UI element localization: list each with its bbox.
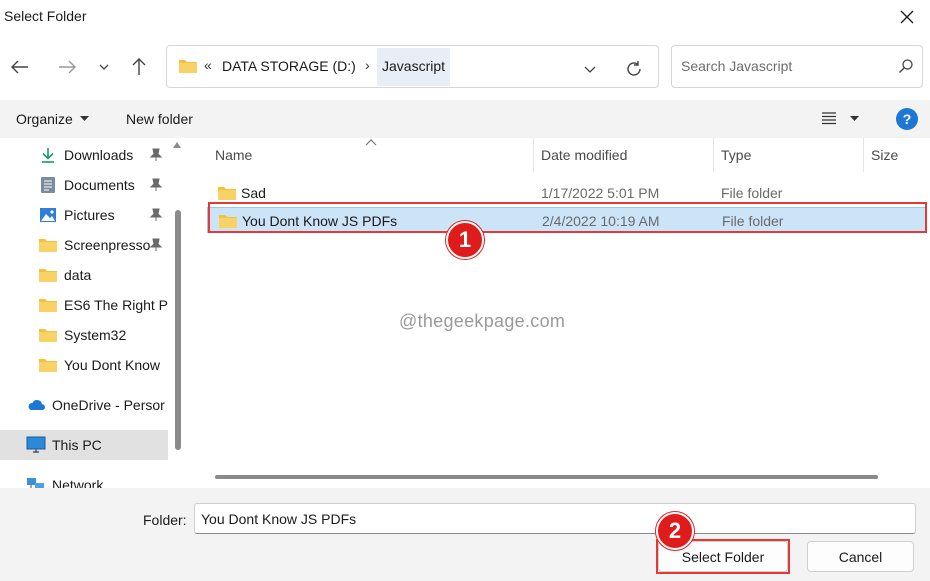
refresh-button[interactable] [619,54,649,84]
up-button[interactable] [124,52,154,82]
folder-icon [38,295,58,315]
dialog-footer: Folder: Select Folder Cancel [0,488,930,581]
sidebar-item-screenpresso[interactable]: Screenpresso [0,230,168,260]
annotation-badge-1: 1 [446,221,484,259]
sidebar-item-you-dont-know[interactable]: You Dont Know [0,350,168,380]
sidebar-item-system32[interactable]: System32 [0,320,168,350]
sidebar-item-downloads[interactable]: Downloads [0,140,168,170]
recent-locations-button[interactable] [89,52,119,82]
column-separator[interactable] [533,138,534,172]
sidebar-item-pictures[interactable]: Pictures [0,200,168,230]
sidebar-item-data[interactable]: data [0,260,168,290]
pictures-icon [38,205,58,225]
sidebar-scrollbar-thumb[interactable] [175,210,181,450]
close-button[interactable] [884,0,930,34]
chevron-down-icon [99,64,109,70]
address-bar[interactable]: « DATA STORAGE (D:) › Javascript [166,45,659,88]
command-toolbar: Organize New folder ? [0,100,930,138]
organize-button[interactable]: Organize [16,111,73,127]
column-separator[interactable] [713,138,714,172]
column-header-size[interactable]: Size [871,147,898,163]
sidebar-item-es6[interactable]: ES6 The Right Pa [0,290,168,320]
sidebar-item-label: Documents [64,177,135,193]
sidebar-item-label: This PC [52,437,102,453]
sort-ascending-icon [365,139,377,146]
onedrive-icon [26,395,46,415]
caret-down-icon [80,116,89,121]
window-title: Select Folder [4,8,87,24]
new-folder-button[interactable]: New folder [126,111,193,127]
pin-icon [150,148,162,161]
pin-icon [150,178,162,191]
sidebar-item-label: System32 [64,327,127,343]
address-overflow[interactable]: « [204,57,212,73]
network-icon [26,475,46,488]
navigation-pane: Downloads Documents Pictures Screenpress… [0,138,190,488]
sidebar-item-onedrive[interactable]: OneDrive - Persor [0,390,168,420]
search-icon [899,59,913,73]
search-box[interactable] [671,45,923,88]
horizontal-scrollbar[interactable] [215,475,878,479]
arrow-up-icon [132,58,146,75]
pin-icon [150,208,162,221]
sidebar-item-label: ES6 The Right Pa [64,297,168,313]
cancel-button[interactable]: Cancel [807,541,914,572]
watermark: @thegeekpage.com [399,311,566,331]
breadcrumb-separator[interactable]: › [365,57,370,73]
column-header-name[interactable]: Name [215,147,252,163]
sidebar-item-label: Downloads [64,147,134,163]
download-icon [38,145,58,165]
sidebar-item-label: OneDrive - Persor [52,397,165,413]
column-header-date[interactable]: Date modified [541,147,627,163]
title-bar: Select Folder [0,0,930,34]
folder-icon [38,265,58,285]
address-dropdown-button[interactable] [575,54,605,84]
sidebar-item-documents[interactable]: Documents [0,170,168,200]
pin-icon [150,238,162,251]
folder-icon [179,60,197,73]
folder-icon [38,355,58,375]
folder-input[interactable] [194,503,916,534]
annotation-highlight-row [208,202,927,233]
column-separator[interactable] [863,138,864,172]
document-icon [38,175,58,195]
pc-icon [26,435,46,455]
annotation-badge-2: 2 [656,512,694,550]
folder-icon [38,325,58,345]
sidebar-item-label: Pictures [64,207,115,223]
help-icon[interactable]: ? [896,108,918,130]
view-options-icon[interactable] [820,110,838,126]
close-icon [900,10,914,24]
folder-label: Folder: [143,512,187,528]
folder-icon [218,187,236,200]
search-input[interactable] [681,58,881,74]
folder-icon [38,235,58,255]
refresh-icon [627,61,641,76]
file-name: Sad [241,185,266,201]
sidebar-item-label: Network [52,477,104,488]
file-date: 1/17/2022 5:01 PM [541,185,660,201]
sidebar-item-label: Screenpresso [64,237,151,253]
forward-button[interactable] [52,52,82,82]
breadcrumb-drive[interactable]: DATA STORAGE (D:) [222,58,356,74]
file-type: File folder [721,185,783,201]
scroll-up-arrow-icon[interactable] [173,142,181,148]
column-header-type[interactable]: Type [721,147,751,163]
back-button[interactable] [5,52,35,82]
caret-down-icon[interactable] [850,116,859,121]
chevron-down-icon [584,66,596,73]
arrow-left-icon [11,60,28,74]
sidebar-item-this-pc[interactable]: This PC [0,430,168,460]
sidebar-item-network[interactable]: Network [0,470,168,488]
arrow-right-icon [59,60,76,74]
breadcrumb-javascript[interactable]: Javascript [377,48,451,86]
sidebar-item-label: data [64,267,92,283]
sidebar-item-label: You Dont Know [64,357,160,373]
